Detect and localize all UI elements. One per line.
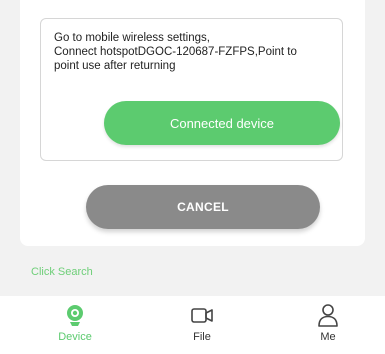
nav-item-label: Device — [58, 331, 92, 343]
nav-item-label: Me — [320, 331, 336, 343]
video-icon — [191, 308, 213, 323]
nav-item-file[interactable]: File — [162, 302, 242, 350]
click-search-link[interactable]: Click Search — [31, 266, 93, 278]
connected-device-button[interactable]: Connected device — [104, 101, 340, 145]
connection-dialog: Go to mobile wireless settings, Connect … — [20, 0, 365, 246]
camera-icon — [67, 305, 83, 326]
bottom-nav: Device File Me — [0, 296, 385, 354]
cancel-button[interactable]: CANCEL — [86, 185, 320, 229]
nav-item-device[interactable]: Device — [35, 302, 115, 350]
nav-item-me[interactable]: Me — [288, 302, 368, 350]
person-icon — [318, 304, 338, 327]
nav-item-label: File — [193, 331, 211, 343]
message-box: Go to mobile wireless settings, Connect … — [40, 18, 343, 161]
app-screen: Go to mobile wireless settings, Connect … — [0, 0, 385, 354]
dialog-message: Go to mobile wireless settings, Connect … — [54, 32, 297, 72]
